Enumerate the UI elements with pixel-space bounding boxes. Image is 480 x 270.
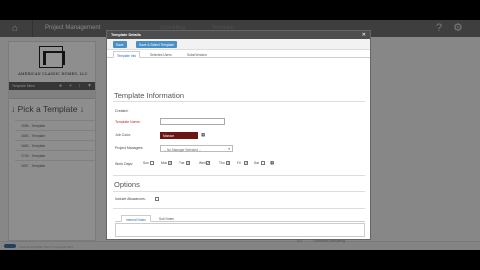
- modal-header: Template Details ✕: [107, 31, 370, 39]
- modal-toolbar: Save Save & Select Template: [107, 39, 370, 50]
- color-picker-icon[interactable]: ▦: [201, 132, 205, 138]
- template-name-input[interactable]: [160, 118, 225, 125]
- template-name-label: Template Name:: [115, 120, 141, 124]
- day-label-fri: Fri: [237, 161, 241, 165]
- save-button[interactable]: Save: [113, 41, 127, 48]
- work-days-group: Sun Mon ✓ Tue ✓ Wed ✓ Thu ✓ Fri ✓ Sat ▦: [143, 160, 303, 168]
- tab-subs-vendors[interactable]: Subs/Vendors: [184, 51, 210, 58]
- section-options: Options: [114, 180, 140, 189]
- checkbox-wed[interactable]: ✓: [206, 161, 210, 165]
- project-managers-value: -- No Manager Selected --: [164, 147, 201, 152]
- divider: [113, 191, 365, 192]
- notes-textarea[interactable]: [115, 223, 365, 237]
- checkbox-sun[interactable]: [150, 161, 154, 165]
- checkbox-fri[interactable]: ✓: [244, 161, 248, 165]
- divider: [113, 208, 365, 209]
- day-label-sat: Sat: [254, 161, 259, 165]
- modal-title: Template Details: [111, 33, 141, 37]
- include-allowances-checkbox[interactable]: [155, 197, 159, 201]
- job-color-label: Job Color:: [115, 133, 131, 137]
- divider: [113, 101, 365, 102]
- notes-tabs: Internal Notes Sub Notes: [115, 215, 365, 222]
- template-details-modal: Template Details ✕ Save Save & Select Te…: [106, 30, 371, 243]
- section-template-information: Template Information: [114, 91, 185, 100]
- characters-count: 512: [297, 239, 303, 243]
- day-label-mon: Mon: [161, 161, 168, 165]
- work-days-label: Work Days:: [115, 162, 134, 166]
- tab-selected-users[interactable]: Selected Users: [147, 51, 175, 58]
- project-managers-select[interactable]: -- No Manager Selected -- ▾: [160, 145, 233, 152]
- tab-internal-notes[interactable]: Internal Notes: [121, 215, 151, 222]
- day-label-wed: Wed: [199, 161, 206, 165]
- tab-sub-notes[interactable]: Sub Notes: [155, 215, 178, 222]
- app-window: ⌂ Project Management Scheduling Template…: [0, 20, 480, 250]
- project-managers-label: Project Managers:: [115, 146, 144, 150]
- day-label-sun: Sun: [143, 161, 149, 165]
- divider: [113, 175, 365, 176]
- close-icon[interactable]: ✕: [362, 32, 366, 38]
- job-color-select[interactable]: Maroon: [160, 132, 198, 139]
- modal-tabs: Template Info Selected Users Subs/Vendor…: [107, 50, 370, 58]
- day-label-thu: Thu: [219, 161, 225, 165]
- checkbox-tue[interactable]: ✓: [186, 161, 190, 165]
- day-label-tue: Tue: [179, 161, 185, 165]
- include-allowances-label: Include Allowances:: [115, 197, 146, 201]
- checkbox-thu[interactable]: ✓: [226, 161, 230, 165]
- tab-template-info[interactable]: Template Info: [113, 51, 141, 58]
- checkbox-sat[interactable]: [261, 161, 265, 165]
- characters-remaining-label: Characters Remaining: [313, 239, 345, 243]
- chevron-down-icon: ▾: [228, 147, 230, 151]
- checkbox-mon[interactable]: ✓: [168, 161, 172, 165]
- created-label: Created:: [115, 109, 129, 113]
- calendar-icon[interactable]: ▦: [270, 160, 274, 166]
- save-select-template-button[interactable]: Save & Select Template: [136, 41, 177, 48]
